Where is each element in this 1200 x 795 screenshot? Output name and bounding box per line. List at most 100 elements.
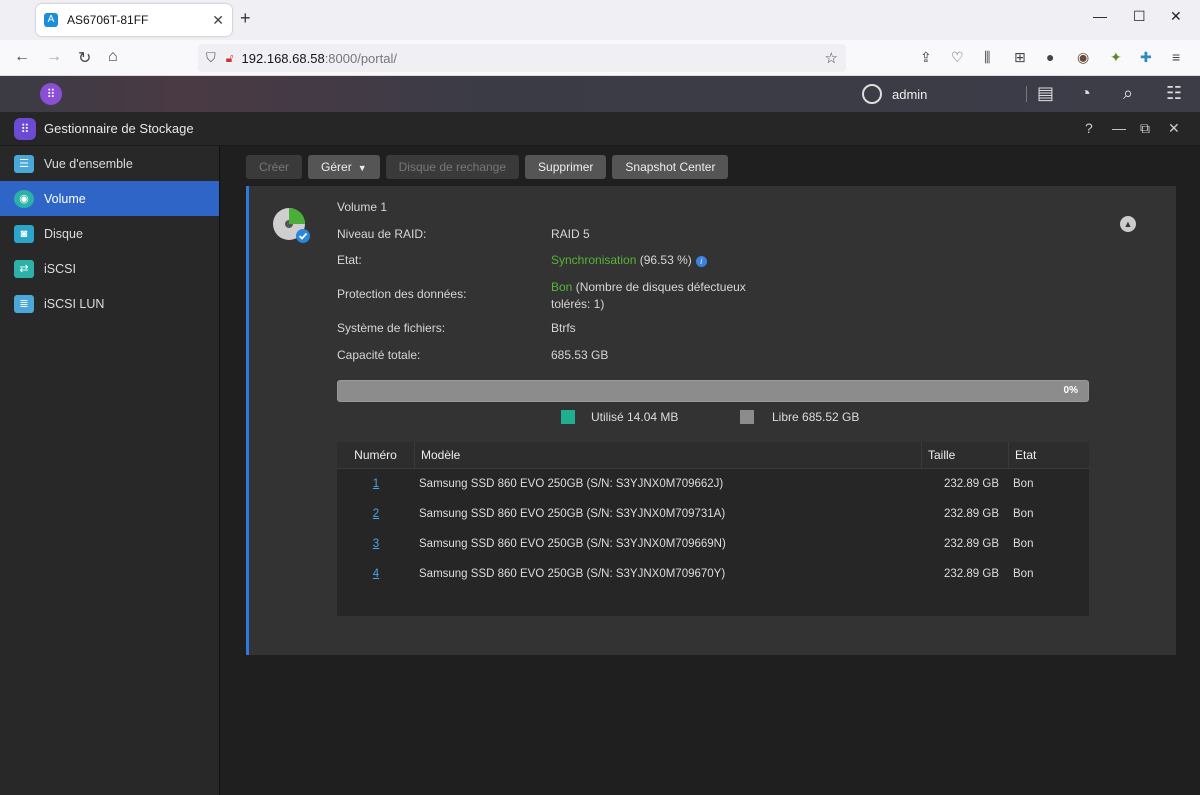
col-size[interactable]: Taille	[922, 442, 1009, 468]
bookmark-star-icon[interactable]: ☆	[825, 49, 838, 67]
extension-avatar-icon[interactable]: ◉	[1077, 49, 1089, 66]
volume-disk-icon	[273, 208, 310, 243]
disk-number-link[interactable]: 3	[373, 538, 379, 550]
sidebar-item-iscsi[interactable]: ⇄ iSCSI	[0, 251, 219, 286]
disk-size: 232.89 GB	[944, 478, 999, 490]
raid-label: Niveau de RAID:	[337, 227, 427, 241]
snapshot-center-button[interactable]: Snapshot Center	[612, 155, 729, 179]
collapse-chevron-up-icon[interactable]: ▲	[1120, 216, 1136, 232]
app-title: Gestionnaire de Stockage	[44, 121, 194, 136]
sidebar-item-volume[interactable]: ◉ Volume	[0, 181, 219, 216]
browser-tab[interactable]: A AS6706T-81FF ✕	[36, 4, 232, 36]
sidebar-item-label: iSCSI LUN	[44, 296, 105, 311]
state-status: Synchronisation	[551, 253, 637, 267]
iscsi-icon: ⇄	[14, 259, 34, 278]
overview-icon: ☰	[14, 154, 34, 173]
create-button[interactable]: Créer	[246, 155, 303, 179]
used-label: Utilisé 14.04 MB	[591, 410, 679, 424]
home-icon[interactable]: ⌂	[108, 48, 118, 66]
url-path: :8000/portal/	[324, 50, 397, 66]
protection-status: Bon	[551, 280, 573, 294]
capacity-label: Capacité totale:	[337, 348, 421, 362]
table-header: Numéro Modèle Taille Etat	[337, 442, 1089, 469]
table-row: 3 Samsung SSD 860 EVO 250GB (S/N: S3YJNX…	[337, 529, 1089, 559]
pocket-icon[interactable]: ♡	[951, 49, 964, 66]
disk-size: 232.89 GB	[944, 538, 999, 550]
sidebar: ☰ Vue d'ensemble ◉ Volume ◙ Disque ⇄ iSC…	[0, 146, 220, 795]
extension-icon[interactable]: ⊞	[1014, 49, 1026, 66]
disk-model: Samsung SSD 860 EVO 250GB (S/N: S3YJNX0M…	[419, 568, 726, 580]
volume-panel[interactable]: Volume 1 Niveau de RAID: RAID 5 Etat: Sy…	[246, 186, 1176, 655]
search-icon[interactable]: ⌕	[1123, 83, 1133, 104]
close-window-icon[interactable]: ✕	[1170, 8, 1182, 25]
app-titlebar: ⠿ Gestionnaire de Stockage ? — ⧉ ✕	[0, 112, 1200, 146]
extension-badge-icon[interactable]: ✦	[1110, 49, 1122, 66]
tracking-shield-icon[interactable]: ⛉	[206, 50, 216, 66]
tab-title: AS6706T-81FF	[67, 13, 149, 27]
reload-icon[interactable]: ↻	[78, 48, 91, 68]
dashboard-icon[interactable]: ◔	[1080, 83, 1091, 104]
help-icon[interactable]: ?	[1085, 120, 1093, 136]
usage-percent: 0%	[1063, 385, 1078, 396]
col-model[interactable]: Modèle	[415, 442, 922, 468]
sidebar-item-iscsi-lun[interactable]: ≣ iSCSI LUN	[0, 286, 219, 321]
used-swatch	[561, 410, 575, 424]
maximize-window-icon[interactable]: ☐	[1133, 8, 1146, 25]
info-icon[interactable]: i	[695, 256, 707, 267]
disk-state: Bon	[1013, 508, 1034, 520]
disk-table: Numéro Modèle Taille Etat 1 Samsung SSD …	[337, 442, 1089, 616]
sidebar-item-overview[interactable]: ☰ Vue d'ensemble	[0, 146, 219, 181]
toolbar: Créer Gérer ▼ Disque de rechange Supprime…	[246, 155, 729, 179]
protection-detail-1: (Nombre de disques défectueux	[572, 280, 746, 294]
url-bar[interactable]: ⛉ 🔓︎ 192.168.68.58:8000/portal/ ☆	[198, 44, 846, 72]
chevron-down-icon: ▼	[357, 163, 367, 173]
minimize-app-icon[interactable]: —	[1112, 120, 1126, 136]
extension-puzzle-icon[interactable]: ✚	[1140, 49, 1152, 66]
adm-launcher-icon[interactable]: ⠿	[40, 83, 62, 105]
raid-value: RAID 5	[551, 227, 590, 241]
asustor-favicon-icon: A	[44, 13, 58, 27]
restore-app-icon[interactable]: ⧉	[1140, 120, 1150, 137]
state-value: Synchronisation (96.53 %) i	[551, 253, 707, 267]
menu-icon[interactable]: ≡	[1172, 49, 1180, 65]
close-app-icon[interactable]: ✕	[1168, 120, 1180, 137]
extension-colorful-icon[interactable]: ●	[1046, 49, 1054, 65]
forward-icon[interactable]: →	[46, 48, 62, 66]
delete-button[interactable]: Supprimer	[525, 155, 607, 179]
close-tab-icon[interactable]: ✕	[212, 12, 224, 29]
disk-number-link[interactable]: 4	[373, 568, 379, 580]
protection-detail-2: tolérés: 1)	[551, 297, 605, 311]
notifications-icon[interactable]: ▤	[1037, 83, 1054, 104]
save-to-pocket-icon[interactable]: ⇪	[920, 49, 932, 66]
manage-button[interactable]: Gérer ▼	[308, 155, 380, 179]
browser-tabstrip: A AS6706T-81FF ✕ + — ☐ ✕	[0, 0, 1200, 40]
protection-label: Protection des données:	[337, 287, 467, 301]
legend-used: Utilisé 14.04 MB	[561, 410, 678, 424]
sidebar-item-disk[interactable]: ◙ Disque	[0, 216, 219, 251]
col-number[interactable]: Numéro	[337, 442, 415, 468]
state-label: Etat:	[337, 253, 362, 267]
free-label: Libre 685.52 GB	[772, 410, 860, 424]
new-tab-icon[interactable]: +	[240, 8, 251, 29]
spare-disk-button[interactable]: Disque de rechange	[385, 155, 520, 179]
disk-number-link[interactable]: 1	[373, 478, 379, 490]
filesystem-value: Btrfs	[551, 321, 576, 335]
user-avatar-icon	[862, 84, 882, 104]
col-state[interactable]: Etat	[1009, 442, 1089, 468]
back-icon[interactable]: ←	[14, 48, 30, 66]
volume-name: Volume 1	[337, 200, 388, 214]
user-menu[interactable]: admin	[862, 84, 927, 104]
manage-label: Gérer	[321, 160, 352, 174]
filesystem-label: Système de fichiers:	[337, 321, 446, 335]
library-icon[interactable]: ⫼	[984, 49, 990, 66]
usage-progress-bar: 0%	[337, 380, 1089, 402]
disk-model: Samsung SSD 860 EVO 250GB (S/N: S3YJNX0M…	[419, 478, 724, 490]
browser-navbar: ← → ↻ ⌂ ⛉ 🔓︎ 192.168.68.58:8000/portal/ …	[0, 40, 1200, 76]
disk-number-link[interactable]: 2	[373, 508, 379, 520]
disk-icon: ◙	[14, 224, 34, 243]
minimize-window-icon[interactable]: —	[1093, 8, 1107, 24]
sidebar-item-label: Disque	[44, 226, 83, 241]
disk-model: Samsung SSD 860 EVO 250GB (S/N: S3YJNX0M…	[419, 538, 726, 550]
settings-sliders-icon[interactable]: ☷	[1166, 83, 1182, 104]
insecure-lock-icon[interactable]: 🔓︎	[226, 51, 234, 66]
